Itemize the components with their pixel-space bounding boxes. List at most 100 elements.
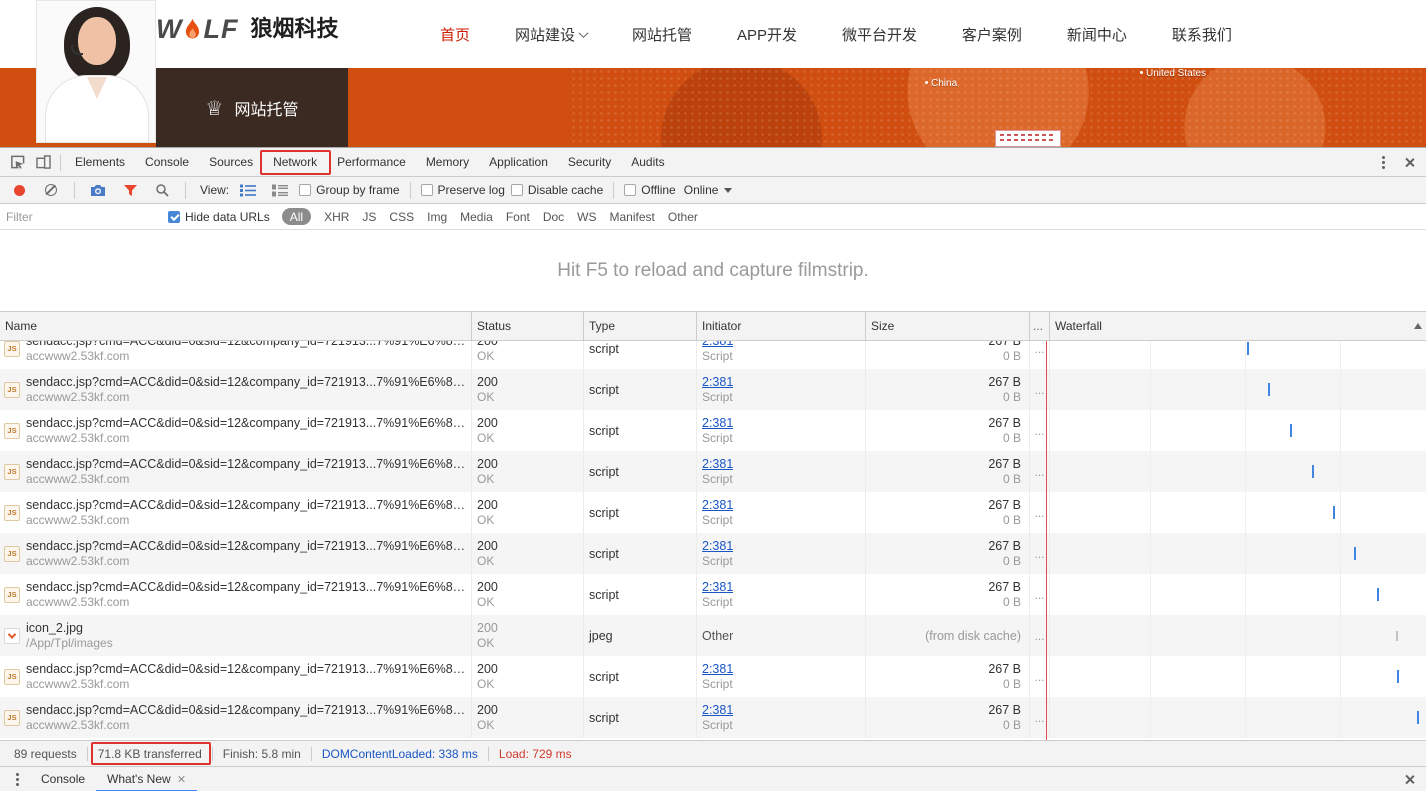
- initiator-context: Script: [702, 595, 860, 610]
- finish-time: Finish: 5.8 min: [212, 747, 311, 761]
- network-request-row[interactable]: JS sendacc.jsp?cmd=ACC&did=0&sid=12&comp…: [0, 697, 1426, 738]
- devtools-tab-label: Network: [273, 155, 317, 169]
- filter-input[interactable]: [6, 210, 156, 224]
- large-rows-icon[interactable]: [267, 178, 293, 202]
- resource-type-filter[interactable]: Font: [506, 210, 530, 224]
- column-header-type[interactable]: Type: [584, 312, 697, 340]
- nav-item[interactable]: 客户案例: [962, 24, 1022, 45]
- close-tab-icon[interactable]: [178, 775, 186, 783]
- hide-data-urls-checkbox[interactable]: Hide data URLs: [168, 210, 270, 224]
- resource-type: script: [589, 465, 691, 479]
- size-resource: 0 B: [1003, 431, 1021, 446]
- network-request-row[interactable]: icon_2.jpg /App/Tpl/images 200 OK jpeg O…: [0, 615, 1426, 656]
- nav-item[interactable]: 首页: [440, 24, 470, 45]
- request-domain: /App/Tpl/images: [26, 636, 466, 651]
- devtools-tab[interactable]: Security: [558, 148, 621, 176]
- resource-type-filter[interactable]: WS: [577, 210, 596, 224]
- network-request-row[interactable]: JS sendacc.jsp?cmd=ACC&did=0&sid=12&comp…: [0, 410, 1426, 451]
- clear-network-log-button[interactable]: [38, 178, 64, 202]
- devtools-tab[interactable]: Memory: [416, 148, 479, 176]
- separator: [613, 182, 614, 199]
- devtools-tab[interactable]: Network: [263, 148, 327, 176]
- drawer-menu-icon[interactable]: [4, 768, 30, 791]
- column-header-status[interactable]: Status: [472, 312, 584, 340]
- column-header-name[interactable]: Name: [0, 312, 472, 340]
- inspect-element-icon[interactable]: [4, 150, 30, 174]
- network-request-row[interactable]: JS sendacc.jsp?cmd=ACC&did=0&sid=12&comp…: [0, 492, 1426, 533]
- column-header-size[interactable]: Size: [866, 312, 1030, 340]
- nav-item[interactable]: APP开发: [737, 24, 797, 45]
- close-drawer-icon[interactable]: [1396, 768, 1422, 791]
- resource-type-filter[interactable]: Media: [460, 210, 493, 224]
- resource-type-filter[interactable]: Manifest: [610, 210, 655, 224]
- table-body: JS sendacc.jsp?cmd=ACC&did=0&sid=12&comp…: [0, 341, 1426, 740]
- initiator-link[interactable]: 2:381: [702, 579, 733, 595]
- resource-type-filter[interactable]: JS: [362, 210, 376, 224]
- initiator-link[interactable]: 2:381: [702, 497, 733, 513]
- list-view-icon[interactable]: [235, 178, 261, 202]
- size-resource: 0 B: [1003, 677, 1021, 692]
- banner-ribbon[interactable]: ♕ 网站托管: [156, 68, 348, 147]
- initiator-link[interactable]: 2:381: [702, 661, 733, 677]
- request-domain: accwww2.53kf.com: [26, 472, 466, 487]
- devtools-tab[interactable]: Elements: [65, 148, 135, 176]
- more-options-icon[interactable]: [1370, 150, 1396, 174]
- nav-item[interactable]: 联系我们: [1172, 24, 1232, 45]
- site-logo[interactable]: W LF 狼烟科技: [156, 14, 339, 44]
- nav-item[interactable]: 新闻中心: [1067, 24, 1127, 45]
- resource-type-filter[interactable]: CSS: [389, 210, 414, 224]
- resource-type-filter[interactable]: All: [282, 208, 311, 225]
- devtools-tab[interactable]: Console: [135, 148, 199, 176]
- nav-item[interactable]: 微平台开发: [842, 24, 917, 45]
- column-header-waterfall[interactable]: Waterfall: [1050, 312, 1426, 340]
- resource-type-filter[interactable]: Other: [668, 210, 698, 224]
- group-by-frame-checkbox[interactable]: Group by frame: [299, 183, 399, 197]
- nav-item[interactable]: 网站托管: [632, 24, 692, 45]
- capture-screenshots-icon[interactable]: [85, 178, 111, 202]
- nav-item-label: 网站托管: [632, 24, 692, 45]
- network-request-row[interactable]: JS sendacc.jsp?cmd=ACC&did=0&sid=12&comp…: [0, 656, 1426, 697]
- column-header-initiator[interactable]: Initiator: [697, 312, 866, 340]
- disable-cache-checkbox[interactable]: Disable cache: [511, 183, 603, 197]
- record-network-log-button[interactable]: [6, 178, 32, 202]
- devtools-tab[interactable]: Sources: [199, 148, 263, 176]
- initiator-link[interactable]: 2:381: [702, 538, 733, 554]
- initiator-link[interactable]: 2:381: [702, 341, 733, 349]
- resource-type-filter[interactable]: Doc: [543, 210, 564, 224]
- nav-item-label: 网站建设: [515, 24, 575, 45]
- offline-checkbox[interactable]: Offline: [624, 183, 675, 197]
- network-request-row[interactable]: JS sendacc.jsp?cmd=ACC&did=0&sid=12&comp…: [0, 341, 1426, 369]
- filter-icon[interactable]: [117, 178, 143, 202]
- resource-type-filter[interactable]: XHR: [324, 210, 349, 224]
- drawer-tab-console[interactable]: Console: [30, 767, 96, 791]
- drawer-tab-whats-new[interactable]: What's New: [96, 767, 197, 791]
- network-request-row[interactable]: JS sendacc.jsp?cmd=ACC&did=0&sid=12&comp…: [0, 533, 1426, 574]
- devtools-tab[interactable]: Audits: [621, 148, 674, 176]
- nav-item[interactable]: 网站建设: [515, 24, 587, 45]
- request-domain: accwww2.53kf.com: [26, 595, 466, 610]
- initiator-link[interactable]: 2:381: [702, 415, 733, 431]
- throttling-dropdown[interactable]: Online: [684, 183, 733, 197]
- network-request-row[interactable]: JS sendacc.jsp?cmd=ACC&did=0&sid=12&comp…: [0, 369, 1426, 410]
- close-devtools-icon[interactable]: [1396, 150, 1422, 174]
- device-toolbar-icon[interactable]: [30, 150, 56, 174]
- network-request-row[interactable]: JS sendacc.jsp?cmd=ACC&did=0&sid=12&comp…: [0, 574, 1426, 615]
- overflow-ellipsis: ...: [1034, 547, 1044, 561]
- preserve-log-checkbox[interactable]: Preserve log: [421, 183, 505, 197]
- devtools-tab-label: Sources: [209, 155, 253, 169]
- size-transferred: 267 B: [988, 374, 1021, 390]
- initiator-link[interactable]: Other: [702, 628, 733, 644]
- resource-type-filter[interactable]: Img: [427, 210, 447, 224]
- support-agent-photo: [36, 0, 156, 143]
- initiator-link[interactable]: 2:381: [702, 702, 733, 718]
- devtools-tab[interactable]: Performance: [327, 148, 416, 176]
- separator: [410, 182, 411, 199]
- devtools-tab[interactable]: Application: [479, 148, 558, 176]
- resource-type: script: [589, 670, 691, 684]
- initiator-link[interactable]: 2:381: [702, 374, 733, 390]
- column-header-more[interactable]: ...: [1030, 312, 1050, 340]
- initiator-link[interactable]: 2:381: [702, 456, 733, 472]
- network-request-row[interactable]: JS sendacc.jsp?cmd=ACC&did=0&sid=12&comp…: [0, 451, 1426, 492]
- size-resource: 0 B: [1003, 349, 1021, 364]
- search-icon[interactable]: [149, 178, 175, 202]
